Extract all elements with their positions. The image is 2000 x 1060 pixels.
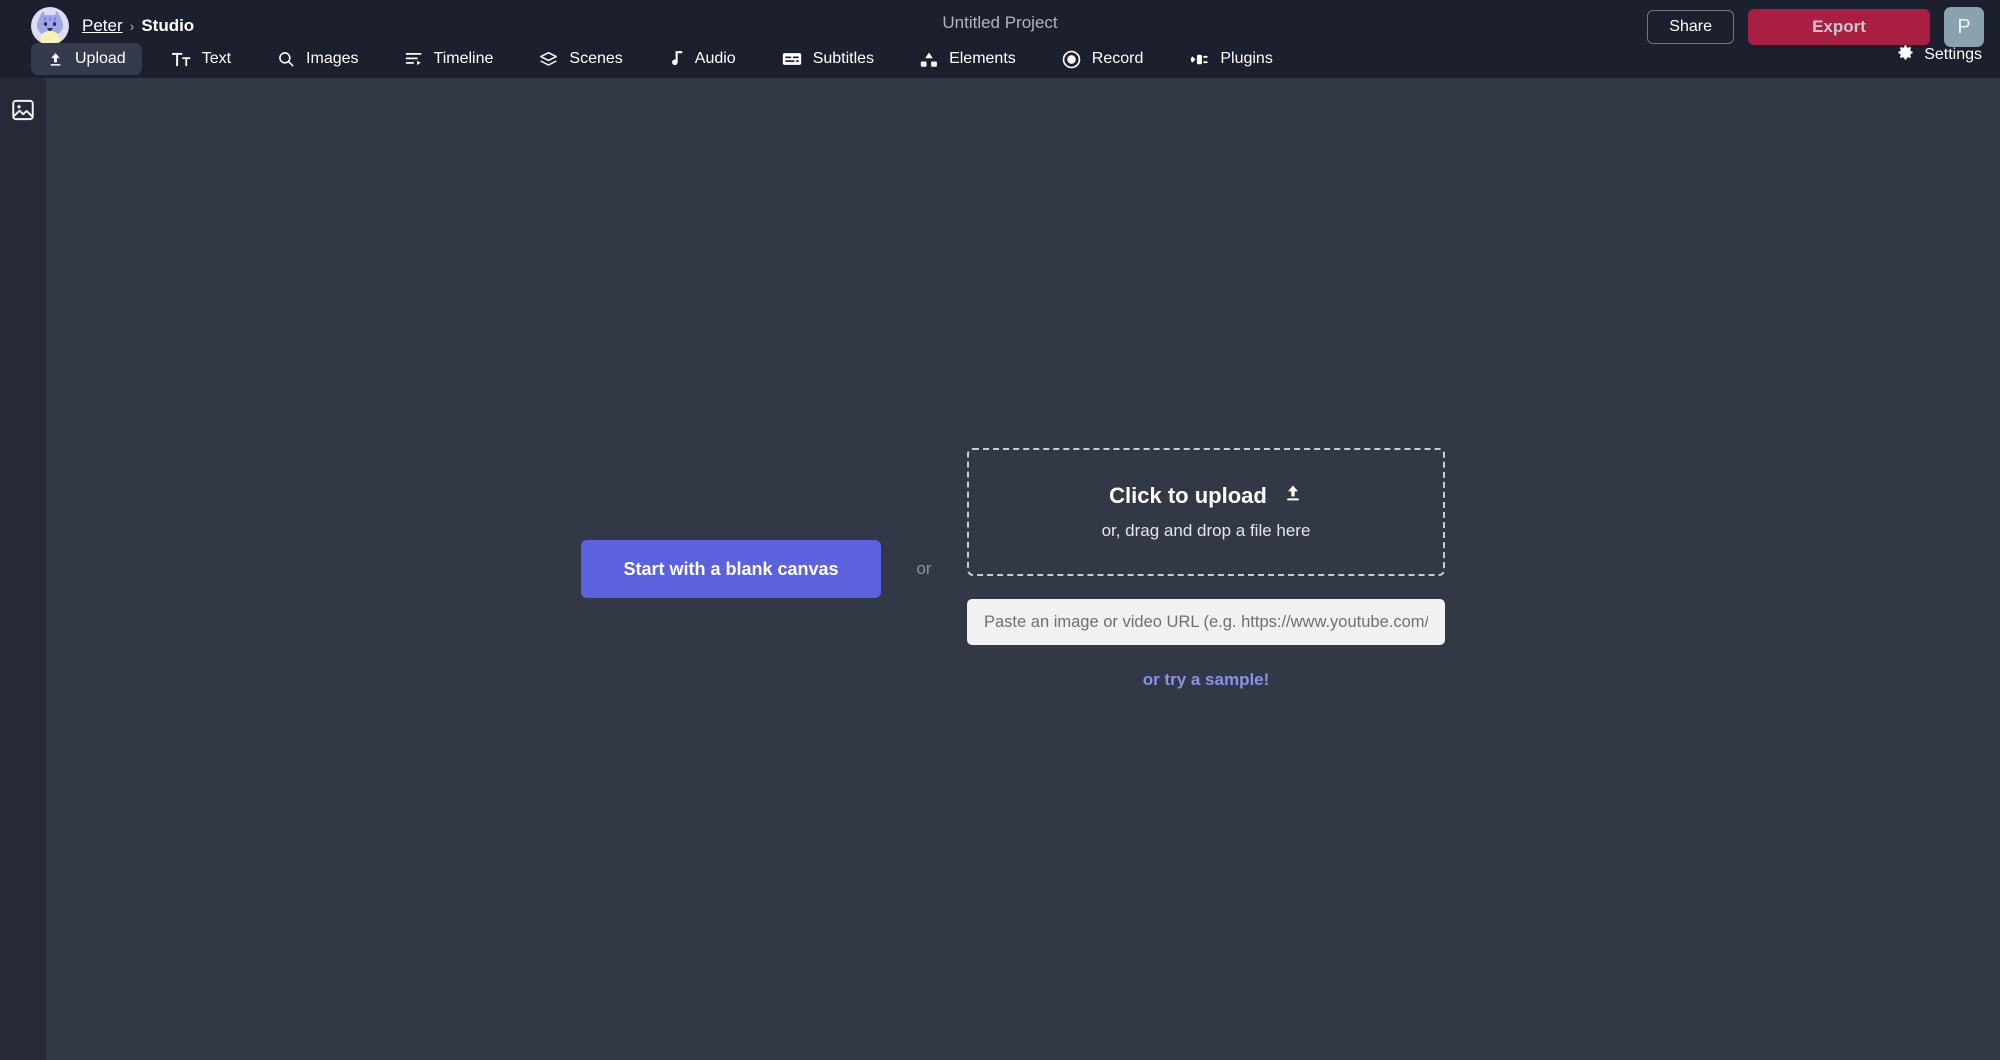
tab-label: Scenes bbox=[569, 50, 623, 67]
layers-icon bbox=[539, 51, 558, 68]
or-divider-label: or bbox=[916, 559, 932, 578]
main-toolbar: Upload Text Images Timeline Scenes Audio bbox=[0, 40, 2000, 78]
editor-canvas: Start with a blank canvas or Click to up… bbox=[46, 78, 2000, 1060]
music-note-icon bbox=[669, 50, 684, 68]
media-panel-toggle[interactable] bbox=[9, 98, 37, 126]
upload-icon bbox=[47, 51, 64, 68]
tab-timeline[interactable]: Timeline bbox=[389, 43, 510, 75]
try-sample-link[interactable]: or try a sample! bbox=[1143, 670, 1270, 690]
text-icon bbox=[171, 51, 191, 68]
tab-label: Upload bbox=[75, 50, 126, 67]
tab-label: Images bbox=[306, 50, 359, 67]
record-icon bbox=[1062, 50, 1081, 69]
tab-subtitles[interactable]: Subtitles bbox=[766, 43, 890, 75]
dropzone-primary-label: Click to upload bbox=[1109, 483, 1267, 508]
dropzone-primary-row: Click to upload bbox=[1109, 483, 1303, 509]
search-icon bbox=[277, 50, 295, 68]
tab-record[interactable]: Record bbox=[1046, 43, 1160, 75]
upload-icon bbox=[1283, 483, 1303, 509]
elements-icon bbox=[920, 51, 938, 68]
plug-icon bbox=[1189, 51, 1209, 68]
settings-label: Settings bbox=[1924, 46, 1982, 63]
image-icon bbox=[10, 97, 36, 128]
timeline-icon bbox=[405, 51, 423, 67]
tab-audio[interactable]: Audio bbox=[653, 43, 752, 75]
tab-label: Timeline bbox=[433, 50, 494, 67]
media-url-input[interactable] bbox=[967, 599, 1445, 645]
upload-options-column: Click to upload or, drag and drop a file… bbox=[967, 448, 1445, 690]
tab-label: Elements bbox=[949, 50, 1016, 67]
tab-text[interactable]: Text bbox=[156, 43, 247, 75]
tab-label: Plugins bbox=[1220, 50, 1273, 67]
tab-label: Subtitles bbox=[812, 50, 875, 67]
upload-dropzone[interactable]: Click to upload or, drag and drop a file… bbox=[967, 448, 1445, 576]
left-rail bbox=[0, 78, 46, 1060]
tab-label: Record bbox=[1091, 50, 1144, 67]
tab-plugins[interactable]: Plugins bbox=[1173, 43, 1288, 75]
start-blank-canvas-button[interactable]: Start with a blank canvas bbox=[581, 540, 881, 598]
settings-button[interactable]: Settings bbox=[1897, 44, 1982, 66]
dropzone-secondary-label: or, drag and drop a file here bbox=[1101, 521, 1311, 540]
tab-images[interactable]: Images bbox=[261, 43, 374, 75]
tab-scenes[interactable]: Scenes bbox=[523, 43, 638, 75]
share-button[interactable]: Share bbox=[1647, 10, 1734, 44]
empty-state-panel: Start with a blank canvas or Click to up… bbox=[46, 78, 2000, 1060]
tab-elements[interactable]: Elements bbox=[904, 43, 1032, 75]
gear-icon bbox=[1897, 44, 1914, 66]
subtitles-icon bbox=[782, 51, 802, 67]
tab-upload[interactable]: Upload bbox=[31, 43, 142, 75]
tab-label: Audio bbox=[694, 50, 736, 67]
start-options-row: Start with a blank canvas or Click to up… bbox=[581, 448, 1445, 690]
tab-label: Text bbox=[201, 50, 232, 67]
